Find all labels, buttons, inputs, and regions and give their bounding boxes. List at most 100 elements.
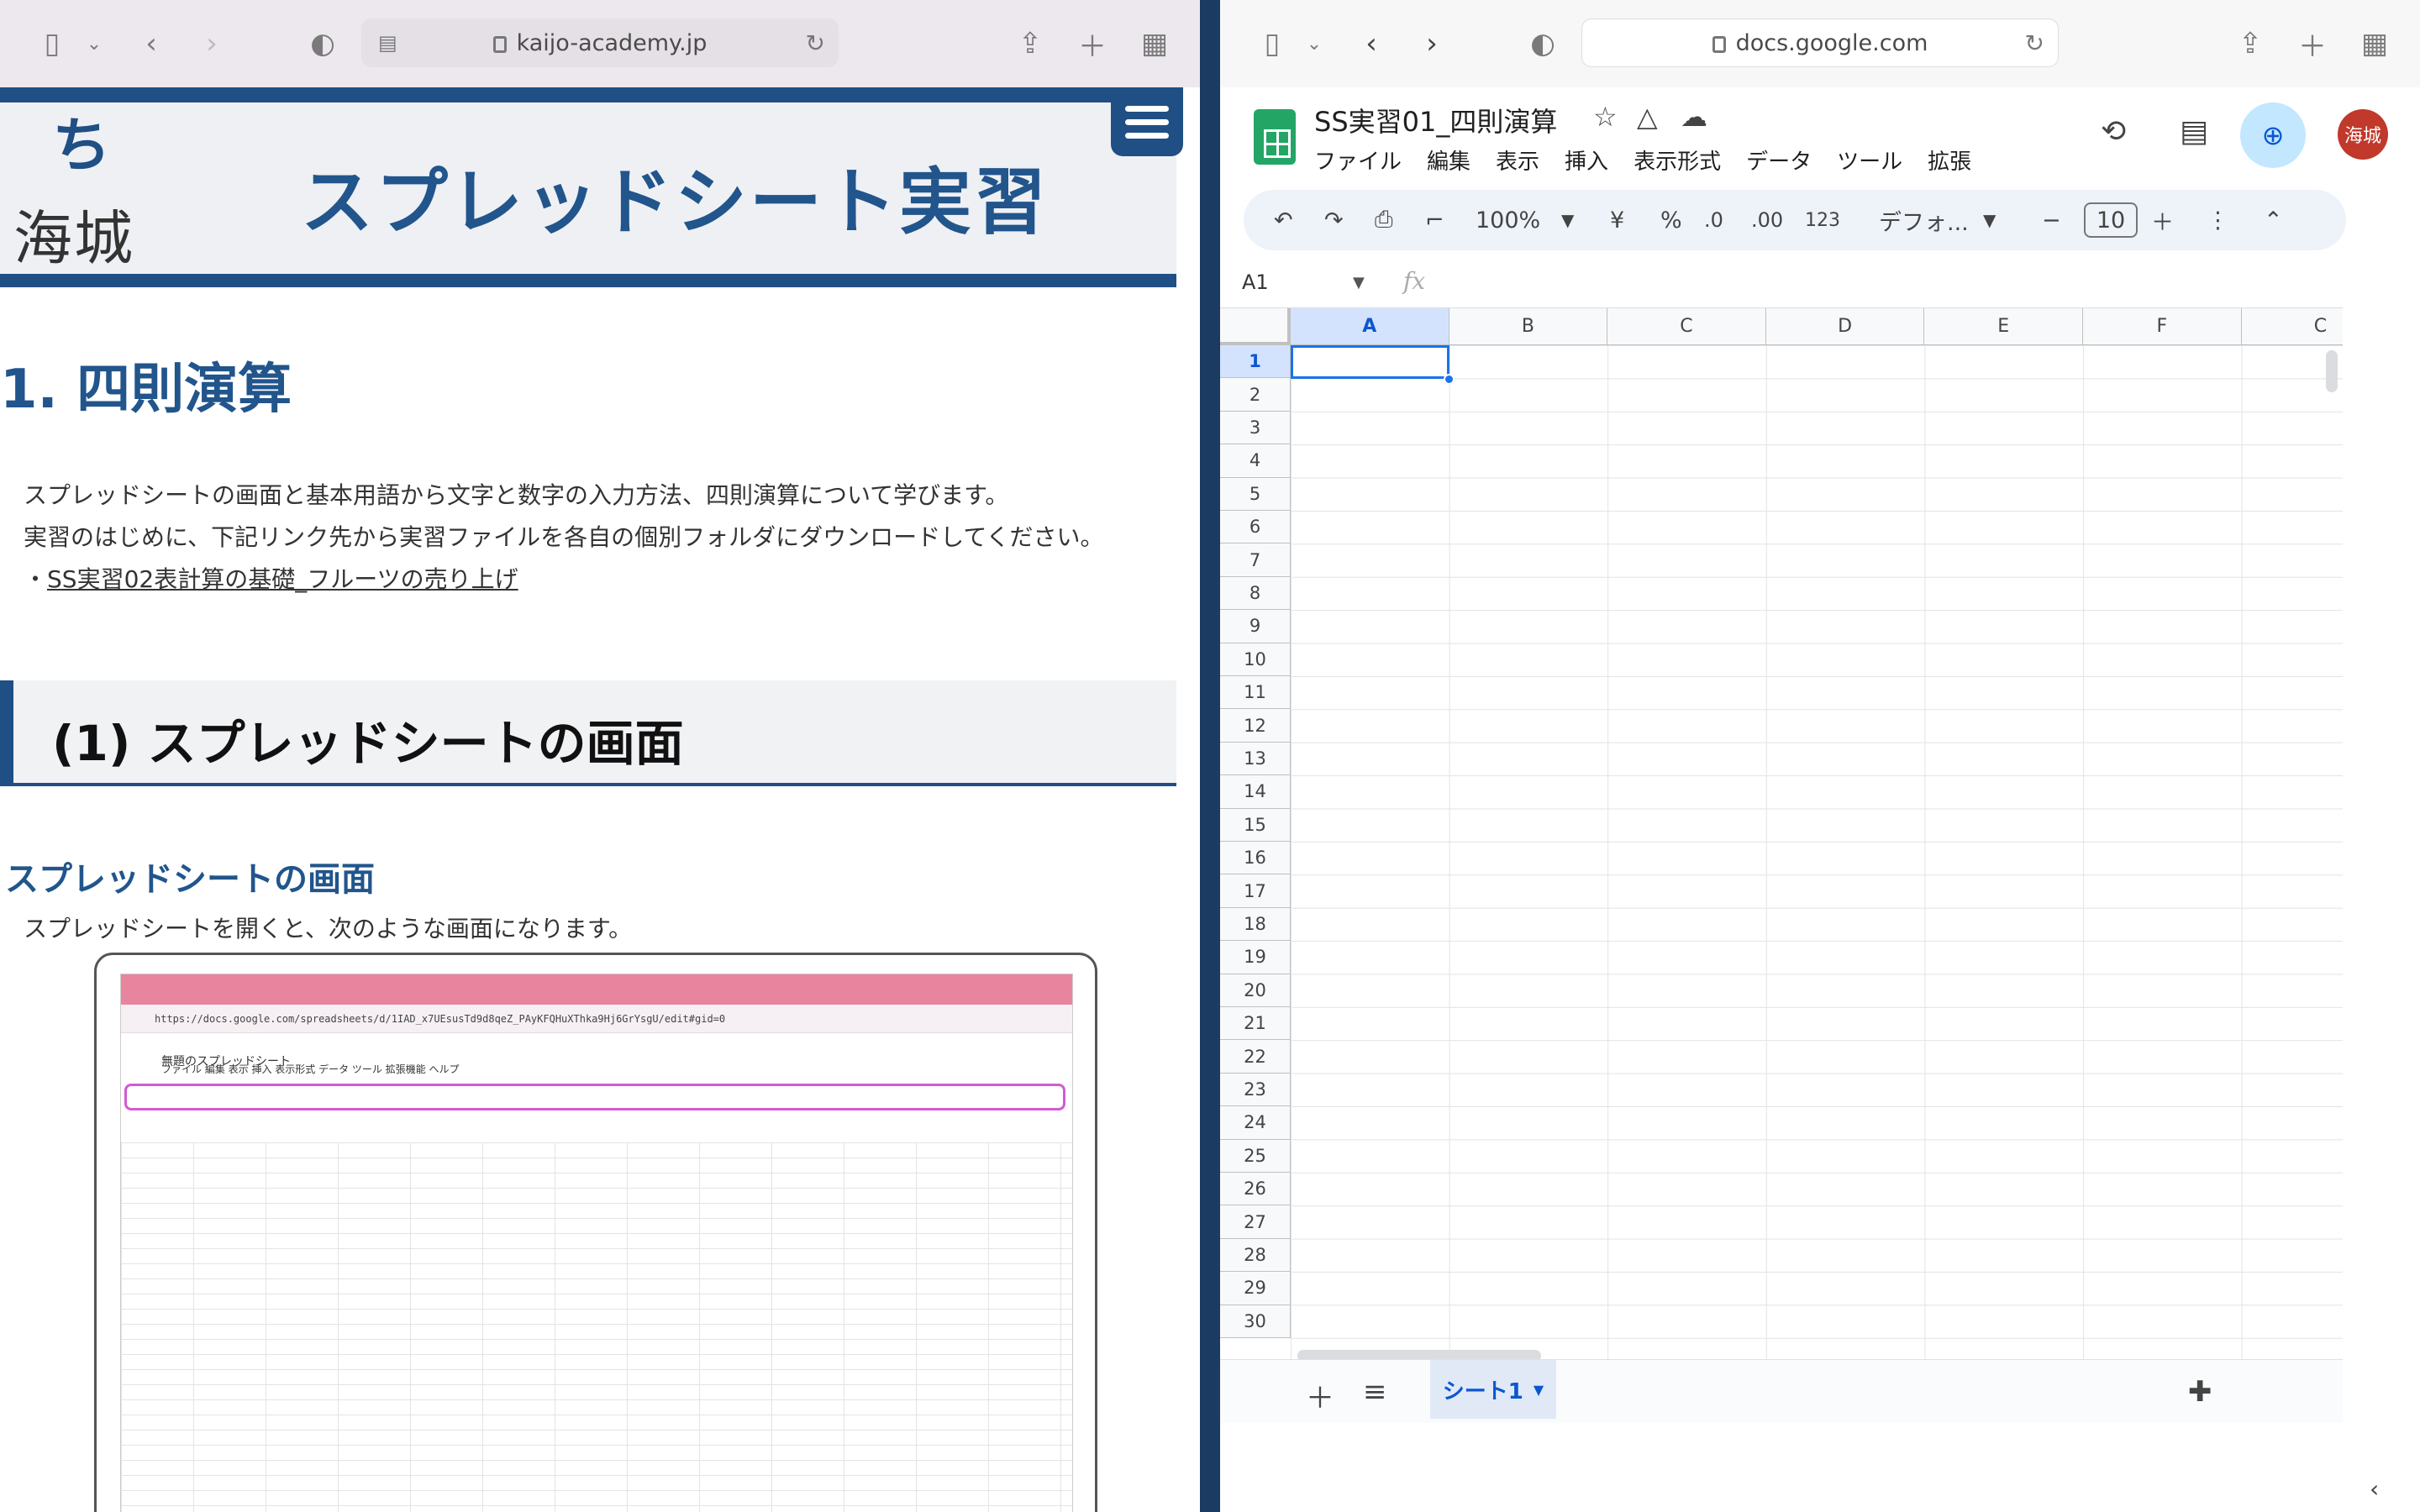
- star-icon[interactable]: ☆: [1593, 101, 1618, 133]
- forward-icon[interactable]: ›: [1415, 25, 1449, 62]
- comments-icon[interactable]: ▤: [2180, 114, 2208, 149]
- row-header[interactable]: 2: [1220, 378, 1291, 412]
- percent-button[interactable]: %: [1660, 190, 1682, 250]
- hamburger-menu-button[interactable]: [1111, 87, 1183, 156]
- chevron-down-icon[interactable]: ⌄: [1304, 25, 1324, 62]
- history-icon[interactable]: ⟲: [2101, 114, 2126, 149]
- sidebar-icon[interactable]: ▯: [1254, 25, 1291, 62]
- collapse-icon[interactable]: ⌃: [2264, 190, 2283, 250]
- share-icon[interactable]: ⇪: [1013, 25, 1047, 62]
- tab-overview-icon[interactable]: ▦: [1138, 25, 1171, 62]
- row-header[interactable]: 11: [1220, 676, 1291, 710]
- explore-icon[interactable]: ✚: [2188, 1375, 2212, 1409]
- chevron-down-icon[interactable]: ▼: [1534, 1382, 1544, 1398]
- row-header[interactable]: 13: [1220, 742, 1291, 776]
- row-header[interactable]: 27: [1220, 1205, 1291, 1239]
- fill-handle[interactable]: [1444, 374, 1455, 385]
- back-icon[interactable]: ‹: [1355, 25, 1388, 62]
- vertical-scrollbar[interactable]: [2326, 350, 2338, 392]
- row-header[interactable]: 19: [1220, 941, 1291, 974]
- row-header[interactable]: 5: [1220, 477, 1291, 511]
- chevron-down-icon[interactable]: ▼: [1353, 274, 1365, 291]
- font-size-input[interactable]: 10: [2084, 202, 2138, 238]
- zoom-select[interactable]: 100%: [1476, 190, 1540, 250]
- reload-icon[interactable]: ↻: [806, 29, 825, 57]
- shield-icon[interactable]: ◐: [306, 25, 339, 62]
- reload-icon[interactable]: ↻: [2025, 29, 2044, 57]
- column-header[interactable]: C: [1607, 308, 1766, 345]
- forward-icon[interactable]: ›: [195, 25, 229, 62]
- row-header[interactable]: 7: [1220, 543, 1291, 577]
- decrease-decimal-button[interactable]: .0: [1704, 190, 1723, 250]
- row-header[interactable]: 9: [1220, 610, 1291, 643]
- number-format-button[interactable]: 123: [1805, 190, 1840, 250]
- sheet-tab[interactable]: シート1 ▼: [1430, 1360, 1556, 1419]
- row-header[interactable]: 14: [1220, 775, 1291, 809]
- share-button[interactable]: ⊕: [2240, 102, 2306, 168]
- column-header[interactable]: E: [1924, 308, 2083, 345]
- menu-tools[interactable]: ツール: [1837, 144, 1902, 176]
- font-select[interactable]: デフォ...: [1879, 190, 1969, 250]
- row-header[interactable]: 23: [1220, 1073, 1291, 1107]
- shield-icon[interactable]: ◐: [1526, 25, 1560, 62]
- row-header[interactable]: 28: [1220, 1238, 1291, 1273]
- download-link[interactable]: SS実習02表計算の基礎_フルーツの売り上げ: [47, 565, 518, 593]
- row-header[interactable]: 1: [1220, 345, 1291, 379]
- row-header[interactable]: 4: [1220, 444, 1291, 478]
- spreadsheet-grid[interactable]: A B C D E F C 1 2 3 4 5 6 7 8 9 10 11 12 13 14 15 16 17 18 19 20 21…: [1220, 307, 2343, 1359]
- row-header[interactable]: 25: [1220, 1139, 1291, 1173]
- menu-view[interactable]: 表示: [1496, 144, 1539, 176]
- avatar[interactable]: 海城: [2338, 109, 2388, 160]
- column-header[interactable]: D: [1765, 308, 1925, 345]
- address-bar[interactable]: docs.google.com ↻: [1581, 18, 2059, 67]
- increase-decimal-button[interactable]: .00: [1751, 190, 1783, 250]
- menu-insert[interactable]: 挿入: [1565, 144, 1608, 176]
- chevron-down-icon[interactable]: ▼: [1561, 190, 1574, 250]
- sheets-logo-icon[interactable]: [1254, 109, 1296, 165]
- row-header[interactable]: 21: [1220, 1007, 1291, 1041]
- row-header[interactable]: 17: [1220, 874, 1291, 908]
- name-box[interactable]: A1: [1242, 270, 1269, 294]
- paint-format-icon[interactable]: ⌐: [1425, 190, 1444, 250]
- row-header[interactable]: 6: [1220, 511, 1291, 544]
- menu-edit[interactable]: 編集: [1427, 144, 1470, 176]
- select-all-corner[interactable]: [1220, 308, 1291, 345]
- font-size-plus-icon[interactable]: ＋: [2151, 190, 2174, 250]
- row-header[interactable]: 30: [1220, 1305, 1291, 1338]
- horizontal-scrollbar[interactable]: [1297, 1350, 1541, 1359]
- more-icon[interactable]: ⋮: [2207, 190, 2229, 250]
- column-header[interactable]: B: [1449, 308, 1608, 345]
- menu-data[interactable]: データ: [1746, 144, 1812, 176]
- address-bar[interactable]: ▤ kaijo-academy.jp ↻: [361, 18, 839, 67]
- document-title[interactable]: SS実習01_四則演算: [1314, 101, 1557, 139]
- row-header[interactable]: 20: [1220, 974, 1291, 1007]
- chevron-down-icon[interactable]: ⌄: [84, 25, 104, 62]
- undo-icon[interactable]: ↶: [1274, 190, 1293, 250]
- column-header[interactable]: A: [1291, 308, 1449, 345]
- menu-extensions[interactable]: 拡張: [1928, 144, 1971, 176]
- all-sheets-icon[interactable]: ≡: [1363, 1375, 1387, 1409]
- column-header[interactable]: F: [2083, 308, 2242, 345]
- column-header[interactable]: C: [2241, 308, 2343, 345]
- selected-cell[interactable]: [1291, 345, 1449, 379]
- row-header[interactable]: 18: [1220, 907, 1291, 942]
- share-icon[interactable]: ⇪: [2233, 25, 2267, 62]
- cloud-status-icon[interactable]: ☁: [1681, 101, 1707, 133]
- row-header[interactable]: 26: [1220, 1173, 1291, 1206]
- row-header[interactable]: 24: [1220, 1106, 1291, 1140]
- add-sheet-icon[interactable]: ＋: [1306, 1375, 1334, 1416]
- menu-file[interactable]: ファイル: [1314, 144, 1402, 176]
- font-size-minus-icon[interactable]: −: [2042, 190, 2061, 250]
- reader-icon[interactable]: ▤: [378, 31, 397, 55]
- sidebar-icon[interactable]: ▯: [34, 25, 71, 62]
- print-icon[interactable]: ⎙: [1375, 190, 1393, 250]
- back-icon[interactable]: ‹: [134, 25, 168, 62]
- row-header[interactable]: 8: [1220, 576, 1291, 611]
- row-header[interactable]: 10: [1220, 643, 1291, 676]
- row-header[interactable]: 3: [1220, 411, 1291, 445]
- redo-icon[interactable]: ↷: [1324, 190, 1344, 250]
- move-to-drive-icon[interactable]: △: [1637, 101, 1658, 133]
- row-header[interactable]: 12: [1220, 709, 1291, 743]
- row-header[interactable]: 29: [1220, 1272, 1291, 1305]
- tab-overview-icon[interactable]: ▦: [2358, 25, 2391, 62]
